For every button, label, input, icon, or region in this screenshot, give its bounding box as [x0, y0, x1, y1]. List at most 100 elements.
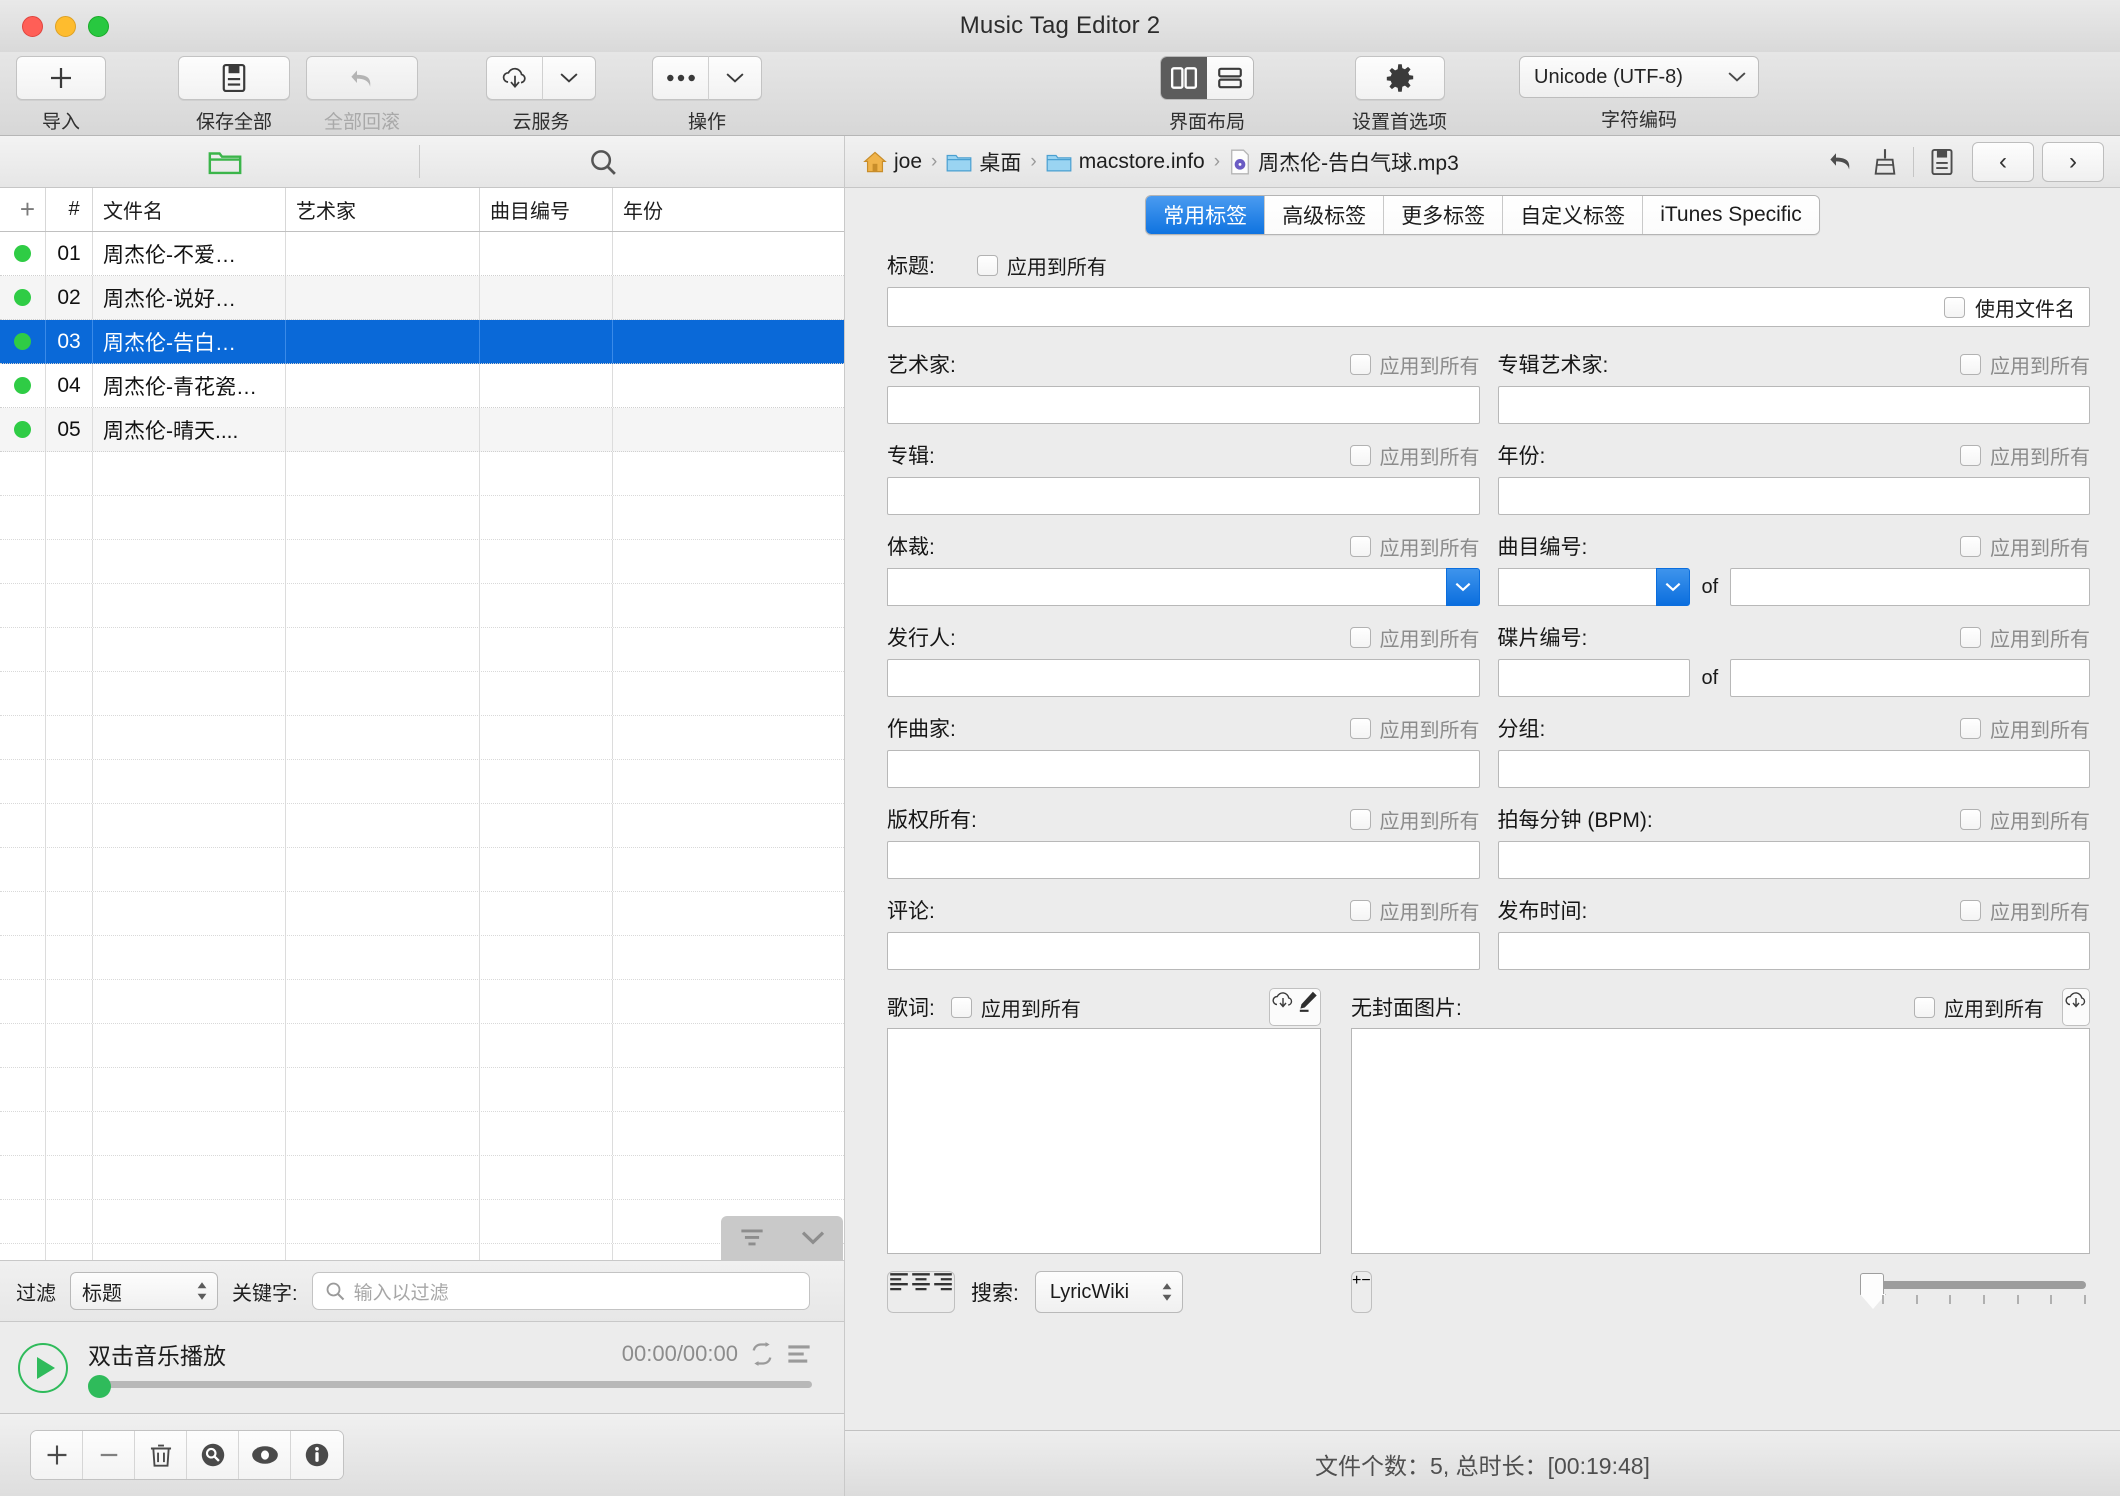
artwork-add-button[interactable]: + [1352, 1272, 1361, 1312]
artwork-size-slider[interactable] [1860, 1269, 2090, 1315]
bpm-apply-all[interactable]: 应用到所有 [1960, 805, 2090, 834]
align-right-button[interactable] [932, 1272, 954, 1312]
tab-more-tags[interactable]: 更多标签 [1384, 196, 1504, 234]
checkbox[interactable] [1960, 899, 1981, 921]
year-input[interactable] [1497, 477, 2090, 515]
checkbox[interactable] [1349, 808, 1371, 830]
breadcrumb-item-folder[interactable]: macstore.info [1046, 150, 1205, 174]
composer-input[interactable] [887, 750, 1480, 788]
album-apply-all[interactable]: 应用到所有 [1349, 441, 1480, 470]
reveal-in-finder-button[interactable] [187, 1431, 239, 1479]
encoding-select[interactable]: Unicode (UTF-8) [1519, 56, 1760, 98]
checkbox[interactable] [1960, 535, 1981, 557]
disc-number-input[interactable] [1497, 659, 1690, 697]
checkbox[interactable] [1349, 444, 1371, 466]
disc-number-apply-all[interactable]: 应用到所有 [1960, 623, 2090, 652]
layout-columns-option[interactable] [1161, 57, 1207, 99]
use-filename-checkbox[interactable] [1944, 296, 1965, 318]
tab-itunes-specific[interactable]: iTunes Specific [1643, 196, 1819, 234]
checkbox[interactable] [1960, 808, 1981, 830]
actions-dropdown-arrow[interactable] [708, 56, 762, 100]
genre-apply-all[interactable]: 应用到所有 [1349, 532, 1480, 561]
filter-field-select[interactable]: 标题 [70, 1272, 218, 1310]
lyrics-download-button[interactable] [1270, 989, 1296, 1025]
composer-apply-all[interactable]: 应用到所有 [1349, 714, 1480, 743]
info-button[interactable] [291, 1431, 343, 1479]
toolbar-preferences[interactable]: 设置首选项 [1352, 56, 1447, 134]
toolbar-rollback-all[interactable]: 全部回滚 [306, 56, 418, 134]
genre-dropdown-button[interactable] [1445, 568, 1480, 606]
track-number-apply-all[interactable]: 应用到所有 [1960, 532, 2090, 561]
lyrics-apply-all[interactable]: 应用到所有 [950, 993, 1081, 1022]
artwork-remove-button[interactable]: − [1361, 1272, 1370, 1312]
tab-common-tags[interactable]: 常用标签 [1146, 196, 1266, 234]
toolbar-import[interactable]: 导入 [16, 56, 106, 134]
filter-icon[interactable] [739, 1227, 765, 1249]
release-time-input[interactable] [1497, 932, 2090, 970]
slider-knob[interactable] [1860, 1273, 1884, 1295]
cloud-dropdown-arrow[interactable] [542, 56, 596, 100]
copyright-input[interactable] [887, 841, 1480, 879]
tab-custom-tags[interactable]: 自定义标签 [1503, 196, 1644, 234]
layout-toggle[interactable] [1160, 56, 1254, 100]
checkbox[interactable] [1914, 996, 1935, 1018]
playback-knob[interactable] [88, 1374, 111, 1398]
checkbox[interactable] [976, 254, 998, 276]
checkbox[interactable] [1349, 899, 1371, 921]
next-file-button[interactable]: › [2042, 141, 2104, 182]
toolbar-save-all[interactable]: 保存全部 [178, 56, 290, 134]
track-number-combo[interactable] [1497, 568, 1690, 606]
publisher-apply-all[interactable]: 应用到所有 [1349, 623, 1480, 652]
open-folder-button[interactable] [208, 148, 242, 176]
cloud-split-button[interactable] [486, 56, 596, 100]
comment-input[interactable] [887, 932, 1480, 970]
lyrics-edit-button[interactable] [1296, 989, 1320, 1025]
repeat-icon[interactable] [749, 1341, 775, 1366]
import-button[interactable] [16, 56, 106, 100]
keyword-input[interactable]: 输入以过滤 [311, 1272, 810, 1310]
checkbox[interactable] [950, 996, 972, 1018]
checkbox[interactable] [1349, 717, 1371, 739]
album-artist-input[interactable] [1497, 386, 2090, 424]
track-number-input[interactable] [1497, 568, 1656, 606]
checkbox[interactable] [1349, 626, 1371, 648]
clear-tags-button[interactable] [1863, 142, 1907, 182]
title-apply-all[interactable]: 应用到所有 [976, 251, 1107, 280]
previous-file-button[interactable]: ‹ [1972, 141, 2034, 182]
breadcrumb-item-desktop[interactable]: 桌面 [946, 147, 1021, 177]
toolbar-cloud[interactable]: 云服务 [486, 56, 596, 134]
genre-input[interactable] [887, 568, 1446, 606]
checkbox[interactable] [1960, 353, 1981, 375]
checkbox[interactable] [1960, 717, 1981, 739]
play-button[interactable] [18, 1342, 68, 1393]
toolbar-layout[interactable]: 界面布局 [1160, 56, 1254, 134]
table-row[interactable]: 05 周杰伦-晴天.... [0, 408, 844, 452]
table-row[interactable]: 03 周杰伦-告白… [0, 320, 844, 364]
lyrics-textarea[interactable] [887, 1028, 1321, 1254]
artwork-download-button[interactable] [2063, 989, 2089, 1025]
checkbox[interactable] [1960, 444, 1981, 466]
actions-button[interactable] [652, 56, 708, 100]
add-file-button[interactable] [31, 1431, 83, 1479]
artist-input[interactable] [887, 386, 1480, 424]
bpm-input[interactable] [1497, 841, 2090, 879]
align-left-button[interactable] [888, 1272, 910, 1312]
file-list-rows[interactable]: 01 周杰伦-不爱… 02 周杰伦-说好… 03 周杰伦-告白… 04 周杰伦-… [0, 232, 844, 1260]
title-input[interactable]: 使用文件名 [887, 287, 2090, 327]
actions-split-button[interactable] [652, 56, 762, 100]
playback-slider[interactable] [88, 1374, 826, 1398]
undo-button[interactable] [1819, 142, 1863, 182]
release-time-apply-all[interactable]: 应用到所有 [1960, 896, 2090, 925]
artist-apply-all[interactable]: 应用到所有 [1349, 350, 1480, 379]
list-filter-footer[interactable] [721, 1216, 843, 1260]
save-tags-button[interactable] [1920, 142, 1964, 182]
cloud-service-button[interactable] [486, 56, 542, 100]
column-header-plus[interactable]: + [0, 188, 46, 231]
checkbox[interactable] [1349, 353, 1371, 375]
checkbox[interactable] [1960, 626, 1981, 648]
track-total-input[interactable] [1730, 568, 2090, 606]
align-center-button[interactable] [910, 1272, 932, 1312]
album-input[interactable] [887, 477, 1480, 515]
breadcrumb-item-file[interactable]: 周杰伦-告白气球.mp3 [1229, 147, 1459, 177]
column-header-filename[interactable]: 文件名 [93, 188, 286, 231]
